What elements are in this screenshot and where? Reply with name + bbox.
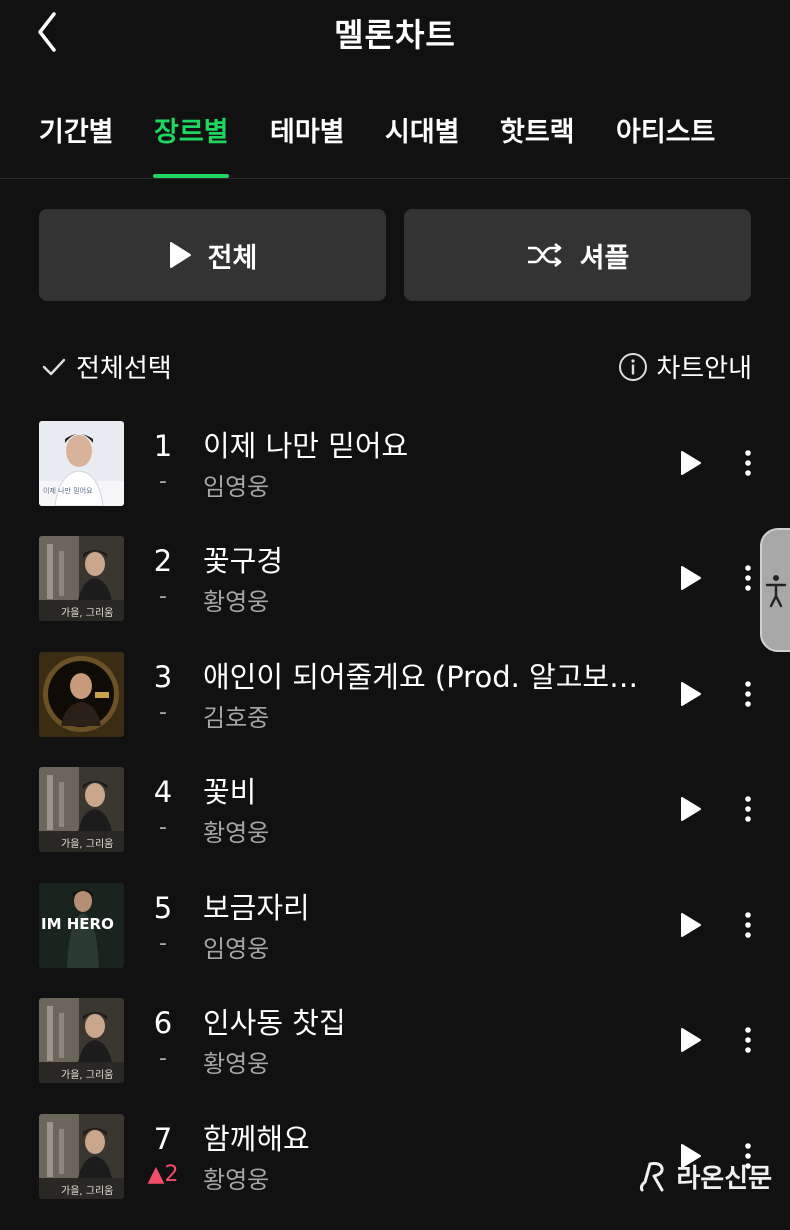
- song-row[interactable]: 가을, 그리움 2 - 꽃구경 황영웅: [0, 536, 790, 652]
- play-song-button[interactable]: [670, 674, 710, 714]
- chart-rank: 7: [153, 1122, 173, 1156]
- watermark-text: 라온신문: [676, 1164, 772, 1194]
- play-icon: [681, 682, 701, 706]
- song-title: 보금자리: [203, 891, 310, 925]
- shuffle-button[interactable]: 셔플: [404, 209, 751, 301]
- shuffle-label: 셔플: [579, 242, 630, 274]
- more-options-button[interactable]: [732, 789, 764, 829]
- tab-period[interactable]: 기간별: [39, 110, 114, 149]
- rank-change: ▲2: [147, 1162, 179, 1187]
- album-cover[interactable]: 가을, 그리움: [39, 1114, 124, 1199]
- more-vertical-icon: [745, 1027, 751, 1053]
- album-cover-caption: IM HERO: [41, 915, 114, 933]
- album-cover[interactable]: 가을, 그리움: [39, 998, 124, 1083]
- more-options-button[interactable]: [732, 443, 764, 483]
- tab-era[interactable]: 시대별: [385, 110, 460, 149]
- play-icon: [681, 913, 701, 937]
- song-title: 이제 나만 믿어요: [203, 429, 409, 463]
- song-title: 함께해요: [203, 1122, 310, 1156]
- more-options-button[interactable]: [732, 674, 764, 714]
- chart-rank: 3: [153, 660, 173, 694]
- rank-change: -: [159, 815, 167, 840]
- album-cover[interactable]: IM HERO: [39, 883, 124, 968]
- play-song-button[interactable]: [670, 558, 710, 598]
- album-cover[interactable]: 가을, 그리움: [39, 767, 124, 852]
- more-options-button[interactable]: [732, 905, 764, 945]
- tab-genre[interactable]: 장르별: [154, 110, 229, 149]
- info-icon: [619, 352, 648, 381]
- artist-name[interactable]: 임영웅: [203, 467, 269, 502]
- app-header: 멜론차트: [0, 0, 790, 64]
- chart-rank: 1: [153, 429, 173, 463]
- play-icon: [681, 797, 701, 821]
- check-icon: [42, 358, 66, 375]
- play-all-button[interactable]: 전체: [39, 209, 386, 301]
- rank-change: -: [159, 469, 167, 494]
- active-tab-indicator: [153, 174, 229, 178]
- accessibility-handle[interactable]: [760, 528, 790, 652]
- album-cover[interactable]: 이제 나만 믿어요: [39, 421, 124, 506]
- chart-rank: 2: [153, 544, 173, 578]
- news-watermark: 라온신문: [636, 1158, 772, 1195]
- rank-change: -: [159, 700, 167, 725]
- album-cover[interactable]: 가을, 그리움: [39, 536, 124, 621]
- tab-theme[interactable]: 테마별: [270, 110, 345, 149]
- song-title: 인사동 찻집: [203, 1006, 346, 1040]
- play-icon: [681, 451, 701, 475]
- play-song-button[interactable]: [670, 1020, 710, 1060]
- tab-hot-track[interactable]: 핫트랙: [500, 110, 575, 149]
- album-cover-caption: 가을, 그리움: [61, 1185, 113, 1197]
- select-all-label: 전체선택: [76, 354, 172, 384]
- song-row[interactable]: 가을, 그리움 4 - 꽃비 황영웅: [0, 767, 790, 883]
- select-all-button[interactable]: 전체선택: [40, 348, 172, 385]
- play-icon: [169, 242, 191, 268]
- artist-name[interactable]: 임영웅: [203, 929, 269, 964]
- rank-change: -: [159, 931, 167, 956]
- song-title: 애인이 되어줄게요 (Prod. 알고보니,...: [203, 660, 653, 694]
- song-row[interactable]: 가을, 그리움 6 - 인사동 찻집 황영웅: [0, 998, 790, 1114]
- album-cover-caption: 가을, 그리움: [61, 838, 113, 850]
- rank-change: -: [159, 584, 167, 609]
- song-title: 꽃구경: [203, 544, 284, 578]
- artist-name[interactable]: 황영웅: [203, 1160, 269, 1195]
- more-options-button[interactable]: [732, 1020, 764, 1060]
- more-vertical-icon: [745, 450, 751, 476]
- accessibility-icon: [765, 575, 787, 608]
- album-cover-caption: 가을, 그리움: [61, 607, 113, 619]
- tab-artist[interactable]: 아티스트: [616, 110, 715, 149]
- play-song-button[interactable]: [670, 443, 710, 483]
- artist-name[interactable]: 황영웅: [203, 582, 269, 617]
- song-row[interactable]: 3 - 애인이 되어줄게요 (Prod. 알고보니,... 김호중: [0, 652, 790, 768]
- more-vertical-icon: [745, 681, 751, 707]
- more-vertical-icon: [745, 796, 751, 822]
- chart-rank: 4: [153, 775, 173, 809]
- chart-rank: 6: [153, 1006, 173, 1040]
- album-cover-caption: 이제 나만 믿어요: [43, 486, 93, 495]
- page-title: 멜론차트: [334, 16, 456, 54]
- play-song-button[interactable]: [670, 789, 710, 829]
- song-row[interactable]: IM HERO 5 - 보금자리 임영웅: [0, 883, 790, 999]
- play-all-label: 전체: [207, 242, 258, 274]
- album-cover-caption: 가을, 그리움: [61, 1069, 113, 1081]
- artist-name[interactable]: 김호중: [203, 698, 269, 733]
- artist-name[interactable]: 황영웅: [203, 1044, 269, 1079]
- chart-rank: 5: [153, 891, 173, 925]
- play-icon: [681, 1028, 701, 1052]
- shuffle-icon: [527, 242, 561, 268]
- album-cover[interactable]: [39, 652, 124, 737]
- play-song-button[interactable]: [670, 905, 710, 945]
- chart-guide-label: 차트안내: [656, 354, 752, 384]
- song-title: 꽃비: [203, 775, 257, 809]
- newspaper-logo-icon: [640, 1161, 664, 1191]
- song-row[interactable]: 이제 나만 믿어요 1 - 이제 나만 믿어요 임영웅: [0, 421, 790, 537]
- selection-bar: 전체선택 차트안내: [0, 340, 790, 396]
- rank-change: -: [159, 1046, 167, 1071]
- category-tabs: 기간별 장르별 테마별 시대별 핫트랙 아티스트: [0, 96, 790, 179]
- more-vertical-icon: [745, 912, 751, 938]
- chart-guide-button[interactable]: 차트안내: [618, 348, 752, 385]
- play-icon: [681, 566, 701, 590]
- artist-name[interactable]: 황영웅: [203, 813, 269, 848]
